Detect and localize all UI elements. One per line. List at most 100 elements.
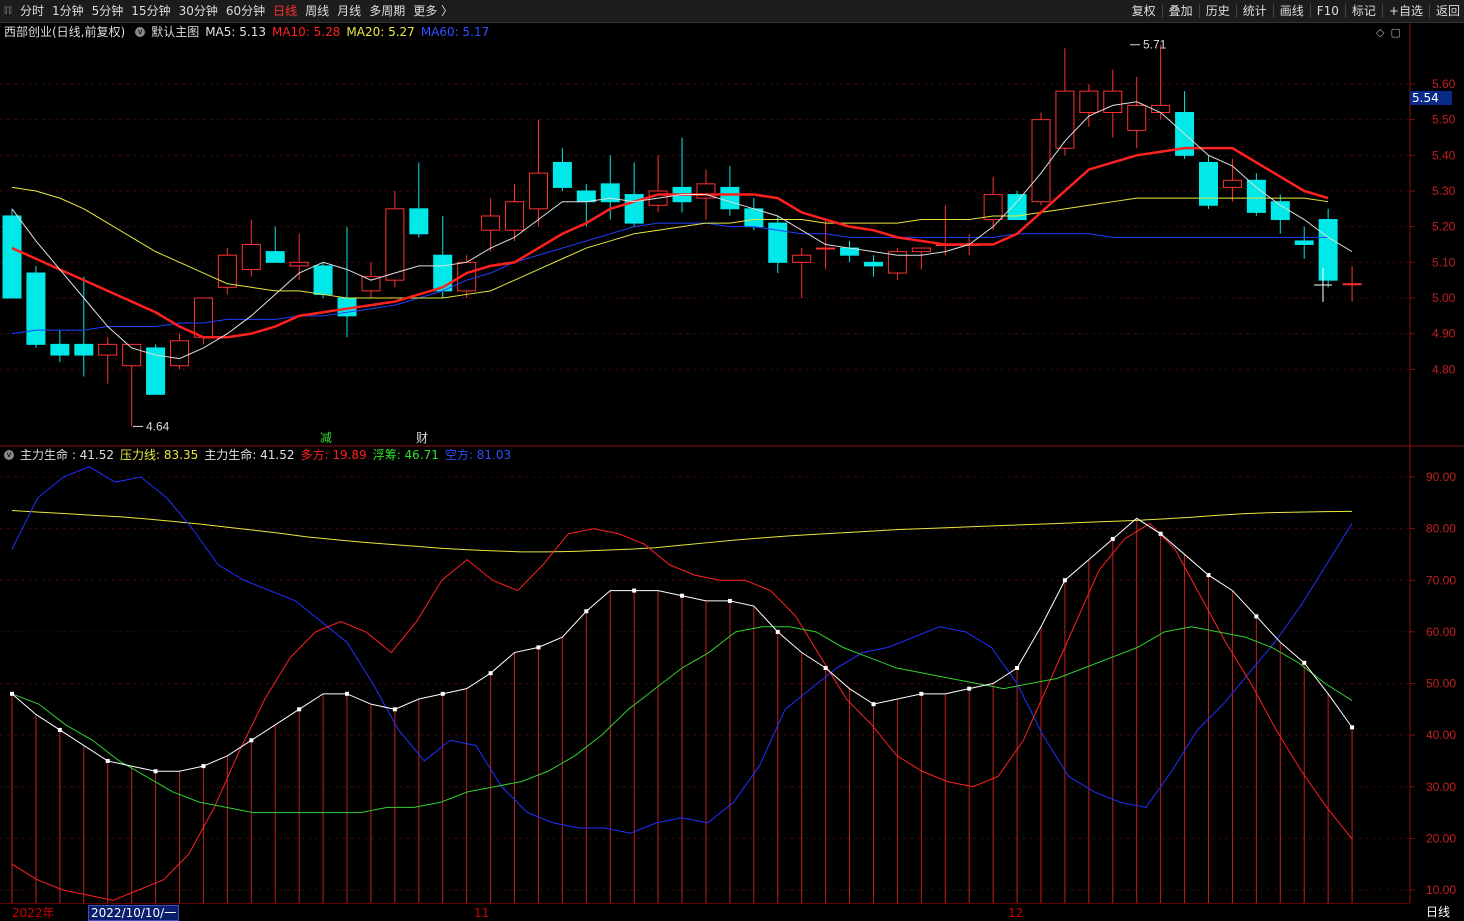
candle-body (744, 208, 764, 228)
toolbar-divider (1272, 4, 1274, 18)
period-tab-7[interactable]: 周线 (301, 0, 333, 22)
indicator-toggle-icon[interactable]: v (4, 450, 14, 460)
candle-body (505, 201, 525, 231)
price-tick-label: 5.00 (1432, 291, 1456, 305)
tool-button-1[interactable]: 叠加 (1165, 0, 1197, 22)
tool-button-7[interactable]: +自选 (1385, 0, 1427, 22)
life-dot (1254, 614, 1259, 619)
candle-body (1318, 219, 1338, 281)
template-toggle-icon[interactable]: v (135, 27, 146, 37)
ma-values: MA5: 5.13 MA10: 5.28 MA20: 5.27 MA60: 5.17 (205, 24, 495, 40)
indicator-value-0: 压力线: 83.35 (120, 448, 199, 462)
candle-body (241, 243, 261, 270)
indicator-title[interactable]: 主力生命 : 41.52 (20, 447, 114, 463)
candle-body (816, 247, 836, 250)
period-tab-8[interactable]: 月线 (333, 0, 365, 22)
candle-body (720, 186, 740, 210)
indicator-value-4: 空方: 81.03 (444, 448, 512, 462)
life-dot (201, 764, 206, 769)
period-tab-3[interactable]: 15分钟 (127, 0, 174, 22)
life-dot (823, 666, 828, 671)
period-tab-1[interactable]: 1分钟 (48, 0, 88, 22)
life-dot (1350, 725, 1355, 730)
stock-title: 西部创业(日线,前复权) (4, 25, 126, 39)
life-dot (105, 758, 110, 763)
period-tab-9[interactable]: 多周期 (365, 0, 409, 22)
candle-body (433, 254, 453, 292)
price-tick-label: 5.40 (1432, 148, 1456, 162)
candle-body (1270, 201, 1290, 221)
ma-value-1: MA10: 5.28 (271, 25, 341, 39)
price-tick-label: 4.90 (1432, 327, 1456, 341)
life-dot (57, 727, 62, 732)
indicator-tick-label: 20.00 (1426, 831, 1456, 845)
diamond-icon[interactable]: ◇ (1376, 26, 1384, 39)
month-11-label: 11 (474, 906, 490, 920)
candle-body (98, 343, 118, 356)
life-dot (1302, 660, 1307, 665)
life-dot (1206, 573, 1211, 578)
candle-body (1079, 90, 1099, 114)
period-tab-5[interactable]: 60分钟 (222, 0, 269, 22)
period-tab-10[interactable]: 更多 〉 (409, 0, 457, 22)
chart-top-icons: ◇ ▢ (1376, 26, 1401, 39)
indicator-value-1: 主力生命: 41.52 (204, 448, 295, 462)
square-icon[interactable]: ▢ (1390, 26, 1400, 39)
candle-body (1055, 90, 1075, 149)
candle-body (528, 172, 548, 210)
period-tab-2[interactable]: 5分钟 (88, 0, 128, 22)
tool-button-2[interactable]: 历史 (1202, 0, 1234, 22)
life-dot (536, 645, 541, 650)
life-dot (249, 738, 254, 743)
candle-body (50, 343, 70, 356)
life-dot (1015, 666, 1020, 671)
kline-chart-area[interactable]: 5.60 5.50 5.40 5.30 5.20 5.10 5.00 4.90 4.80 90.0… (0, 23, 1464, 921)
period-label[interactable]: 日线 (1412, 904, 1464, 921)
period-tab-4[interactable]: 30分钟 (175, 0, 222, 22)
date-cursor-label: 2022/10/10/一 (88, 905, 180, 921)
period-tab-6[interactable]: 日线 (269, 0, 301, 22)
candle-body (217, 254, 237, 288)
life-dot (1062, 578, 1067, 583)
toolbar-divider (1198, 4, 1200, 18)
tool-button-6[interactable]: 标记 (1348, 0, 1380, 22)
event-marker-finance: 财 (416, 431, 428, 445)
ma-value-0: MA5: 5.13 (205, 25, 266, 39)
price-tick-label: 5.30 (1432, 184, 1456, 198)
candle-body (576, 190, 596, 203)
toolbar-divider (1381, 4, 1383, 18)
price-tick-label: 5.20 (1432, 220, 1456, 234)
tool-button-0[interactable]: 复权 (1128, 0, 1160, 22)
tool-button-5[interactable]: F10 (1313, 0, 1343, 22)
life-dot (440, 691, 445, 696)
indicator-value-2: 多方: 19.89 (300, 448, 367, 462)
indicator-tick-label: 80.00 (1426, 522, 1456, 536)
life-dot (871, 702, 876, 707)
candle-body (1342, 283, 1362, 286)
toolbar-corner-icon[interactable]: ℿ (0, 6, 16, 17)
life-dot (488, 671, 493, 676)
price-tick-label: 5.50 (1432, 113, 1456, 127)
indicator-tick-label: 50.00 (1426, 677, 1456, 691)
life-dot (1158, 531, 1163, 536)
candle-body (385, 208, 405, 281)
candle-body (1151, 104, 1171, 114)
price-tick-label: 4.80 (1432, 362, 1456, 376)
life-dot (345, 691, 350, 696)
candle-body (2, 215, 22, 299)
template-name[interactable]: 默认主图 (151, 24, 199, 40)
life-dot (775, 629, 780, 634)
life-dot (392, 707, 397, 712)
indicator-tick-label: 70.00 (1426, 573, 1456, 587)
life-dot (10, 691, 14, 696)
candle-body (552, 161, 572, 188)
toolbar-divider (1344, 4, 1346, 18)
tool-button-3[interactable]: 统计 (1239, 0, 1271, 22)
period-tab-0[interactable]: 分时 (16, 0, 48, 22)
candle-body (26, 272, 46, 345)
period-tabs: ℿ 分时 1分钟 5分钟 15分钟 30分钟 60分钟 日线 周线 月线 多周期 更多 〉 (0, 0, 457, 22)
tool-button-4[interactable]: 画线 (1276, 0, 1308, 22)
event-marker-reduce: 减 (320, 431, 332, 445)
pressure-line (11, 510, 1353, 553)
tool-button-8[interactable]: 返回 (1432, 0, 1464, 22)
